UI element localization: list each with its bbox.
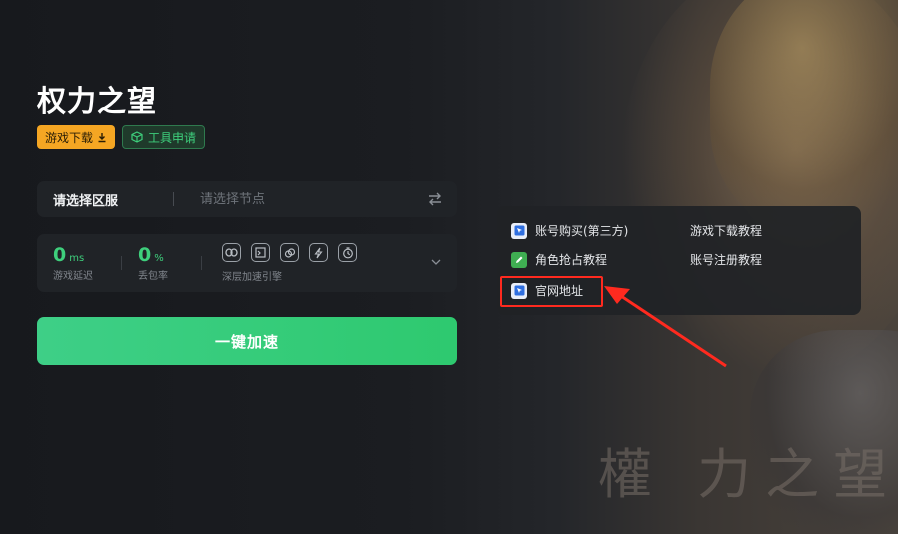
register-tutorial-label: 账号注册教程 bbox=[690, 253, 763, 267]
divider bbox=[201, 256, 202, 270]
latency-unit: ms bbox=[69, 253, 85, 264]
account-purchase-link[interactable]: 账号购买(第三方) bbox=[511, 222, 628, 239]
node-select-input[interactable] bbox=[200, 191, 410, 207]
page-title: 权力之望 bbox=[37, 84, 158, 118]
region-select[interactable]: 请选择区服 bbox=[53, 190, 173, 209]
latency-stat: 0 ms 游戏延迟 bbox=[53, 244, 93, 282]
tool-apply-button[interactable]: 工具申请 bbox=[122, 125, 206, 149]
register-tutorial-link[interactable]: 账号注册教程 bbox=[690, 251, 762, 268]
tool-apply-label: 工具申请 bbox=[148, 130, 197, 145]
annotation-arrow-icon bbox=[604, 286, 727, 368]
one-click-accelerate-button[interactable]: 一键加速 bbox=[37, 317, 457, 365]
account-purchase-label: 账号购买(第三方) bbox=[535, 224, 629, 238]
timer-icon[interactable] bbox=[338, 243, 357, 262]
swap-icon[interactable] bbox=[427, 192, 443, 206]
cursor-click-icon bbox=[511, 222, 527, 239]
role-tutorial-link[interactable]: 角色抢占教程 bbox=[511, 251, 607, 268]
packet-loss-stat: 0% 丢包率 bbox=[138, 244, 168, 282]
pencil-icon bbox=[511, 251, 527, 268]
latency-label: 游戏延迟 bbox=[53, 271, 93, 282]
server-selector: 请选择区服 bbox=[37, 181, 457, 217]
game-logo-watermark: 權 力之望 bbox=[598, 443, 898, 506]
download-icon bbox=[98, 132, 106, 142]
download-tutorial-link[interactable]: 游戏下载教程 bbox=[690, 222, 762, 239]
lightning-icon[interactable] bbox=[309, 243, 328, 262]
engine-label: 深层加速引擎 bbox=[222, 272, 282, 283]
loss-label: 丢包率 bbox=[138, 271, 168, 282]
chevron-down-icon[interactable] bbox=[431, 258, 441, 266]
divider bbox=[173, 192, 174, 206]
highlight-box bbox=[500, 276, 603, 307]
role-tutorial-label: 角色抢占教程 bbox=[535, 253, 608, 267]
engine-icon-row bbox=[222, 243, 357, 262]
latency-value: 0 bbox=[53, 244, 67, 266]
loss-unit: % bbox=[154, 253, 164, 264]
game-download-button[interactable]: 游戏下载 bbox=[37, 125, 116, 149]
link-icon[interactable] bbox=[222, 243, 241, 262]
cube-icon bbox=[131, 131, 143, 143]
loss-value: 0 bbox=[138, 244, 152, 266]
game-download-label: 游戏下载 bbox=[45, 130, 94, 145]
divider bbox=[121, 256, 122, 270]
acceleration-stats: 0 ms 游戏延迟 0% 丢包率 深层加速引擎 bbox=[37, 234, 457, 292]
chain-icon[interactable] bbox=[280, 243, 299, 262]
window-icon[interactable] bbox=[251, 243, 270, 262]
download-tutorial-label: 游戏下载教程 bbox=[690, 224, 763, 238]
